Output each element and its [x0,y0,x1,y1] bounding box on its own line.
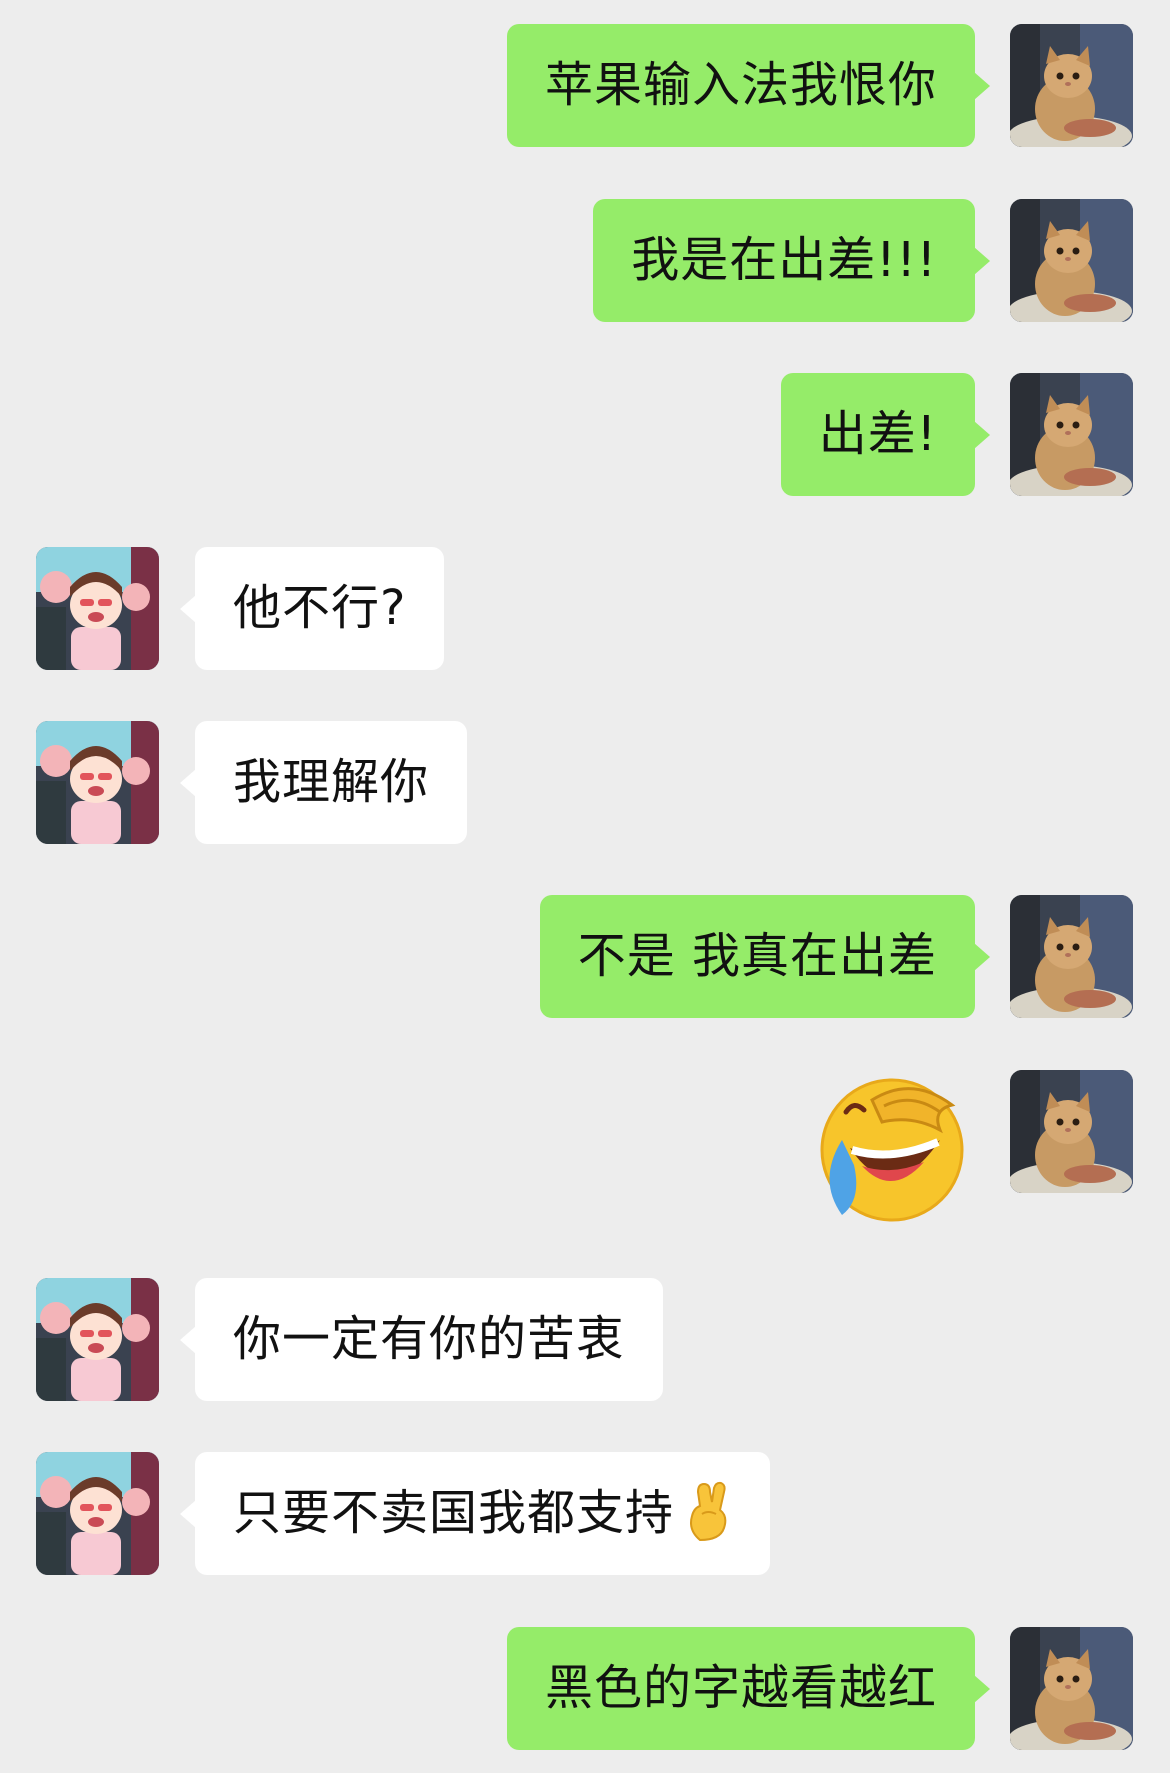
message-row: 我理解你 [0,721,1170,844]
message-row: 你一定有你的苦衷 [0,1278,1170,1401]
incoming-message-bubble[interactable]: 你一定有你的苦衷 [179,1278,664,1401]
incoming-message-bubble[interactable]: 只要不卖国我都支持 [179,1452,771,1575]
my-avatar[interactable] [1010,1070,1133,1193]
friend-avatar[interactable] [36,1278,159,1401]
message-text: 苹果输入法我恨你 [544,57,937,113]
message-text: 黑色的字越看越红 [544,1660,937,1716]
outgoing-message-bubble[interactable]: 出差! [780,373,991,496]
message-text: 我理解你 [233,754,430,810]
friend-avatar[interactable] [36,721,159,844]
my-avatar[interactable] [1010,1627,1133,1750]
crossed-fingers-emoji [690,1481,727,1542]
my-avatar[interactable] [1010,373,1133,496]
message-row: 他不行? [0,547,1170,670]
my-avatar[interactable] [1010,199,1133,322]
incoming-message-bubble[interactable]: 我理解你 [179,721,468,844]
outgoing-message-bubble[interactable]: 苹果输入法我恨你 [506,24,991,147]
message-row [0,1070,1170,1222]
message-row: 不是 我真在出差 [0,895,1170,1018]
message-text: 他不行? [233,580,407,636]
outgoing-message-bubble[interactable]: 黑色的字越看越红 [506,1627,991,1750]
friend-avatar[interactable] [36,547,159,670]
message-text: 不是 我真在出差 [577,928,937,984]
message-row: 苹果输入法我恨你 [0,24,1170,147]
laughing-crying-facepalm-emoji[interactable] [812,1070,977,1225]
incoming-message-bubble[interactable]: 他不行? [179,547,445,670]
message-row: 出差! [0,373,1170,496]
message-row: 只要不卖国我都支持 [0,1452,1170,1575]
message-text: 出差! [818,406,937,462]
message-text: 我是在出差!!! [631,232,937,288]
message-row: 黑色的字越看越红 [0,1627,1170,1750]
friend-avatar[interactable] [36,1452,159,1575]
message-text: 只要不卖国我都支持 [233,1485,675,1541]
outgoing-message-bubble[interactable]: 我是在出差!!! [593,199,990,322]
message-text: 你一定有你的苦衷 [233,1311,626,1367]
my-avatar[interactable] [1010,24,1133,147]
message-row: 我是在出差!!! [0,199,1170,322]
outgoing-message-bubble[interactable]: 不是 我真在出差 [539,895,991,1018]
my-avatar[interactable] [1010,895,1133,1018]
